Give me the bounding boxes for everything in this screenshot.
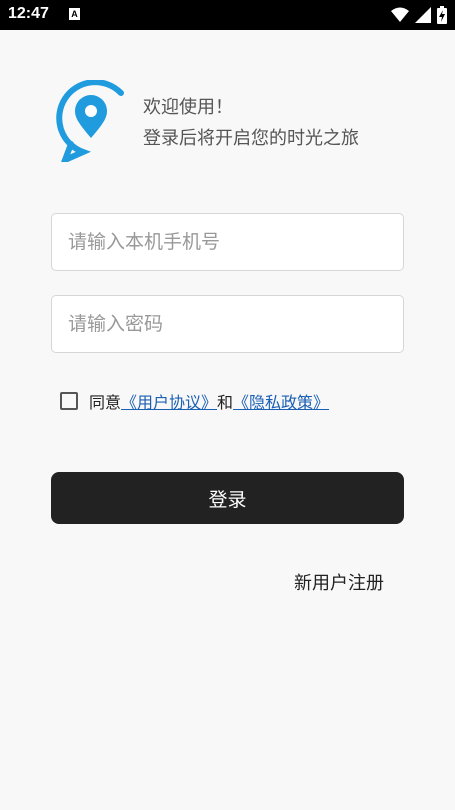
location-chat-icon xyxy=(56,80,124,162)
login-button[interactable]: 登录 xyxy=(51,472,404,524)
phone-field[interactable] xyxy=(51,213,404,271)
agreement-checkbox[interactable] xyxy=(60,392,78,410)
agreement-row: 同意 《用户协议》 和 《隐私政策》 xyxy=(60,390,329,412)
phone-input[interactable] xyxy=(52,214,403,270)
password-input[interactable] xyxy=(52,296,403,352)
welcome-title: 欢迎使用！ xyxy=(143,97,233,118)
privacy-policy-link[interactable]: 《隐私政策》 xyxy=(233,389,329,413)
notification-a-icon: A xyxy=(69,8,80,20)
agreement-prefix: 同意 xyxy=(89,393,122,412)
battery-charging-icon xyxy=(437,6,447,24)
agreement-and: 和 xyxy=(217,393,234,412)
password-field[interactable] xyxy=(51,295,404,353)
welcome-subtitle: 登录后将开启您的时光之旅 xyxy=(143,128,359,149)
status-bar: 12:47 A xyxy=(0,0,455,30)
register-link[interactable]: 新用户注册 xyxy=(294,569,384,595)
status-icons xyxy=(391,6,447,24)
wifi-icon xyxy=(391,7,409,22)
user-agreement-link[interactable]: 《用户协议》 xyxy=(121,389,217,413)
status-time: 12:47 xyxy=(8,5,49,22)
signal-icon xyxy=(415,7,431,23)
